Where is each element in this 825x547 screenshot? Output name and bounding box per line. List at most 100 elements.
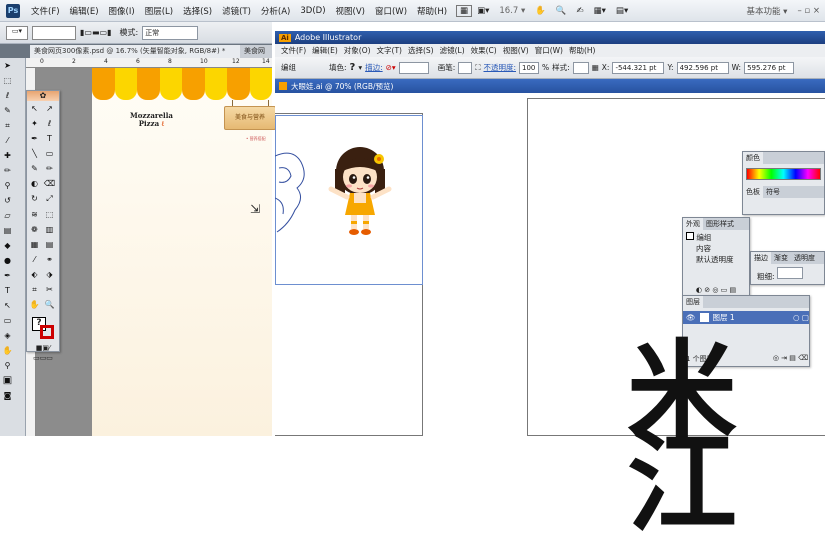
live-paint-select-icon[interactable]: ⬗: [43, 268, 56, 281]
opacity-field[interactable]: 100: [519, 61, 540, 74]
appearance-contents[interactable]: 内容: [686, 243, 746, 254]
ps-doc-tab-2[interactable]: 美食网: [240, 45, 272, 58]
free-transform-icon[interactable]: ⬚: [43, 208, 56, 221]
ps-menu-edit[interactable]: 编辑(E): [65, 5, 104, 17]
screen-mode-buttons[interactable]: ▭▭▭: [27, 354, 59, 362]
mode-icons[interactable]: ▮▭▬▭▮: [80, 28, 111, 37]
ps-menu-file[interactable]: 文件(F): [26, 5, 65, 17]
cartoon-girl-illustration[interactable]: [325, 141, 395, 237]
align-grid-icon[interactable]: ▦: [592, 63, 599, 72]
ai-menu-edit[interactable]: 编辑(E): [309, 45, 341, 56]
ai-toolbox-header-icon[interactable]: ✿: [27, 91, 59, 101]
zoom-level[interactable]: 16.7 ▾: [494, 6, 530, 16]
brush-tool-icon[interactable]: ✏: [1, 164, 14, 177]
brush-select[interactable]: [458, 61, 473, 74]
window-controls[interactable]: – ▫ ×: [792, 6, 825, 16]
appearance-opacity[interactable]: 默认透明度: [686, 254, 746, 265]
blend-icon[interactable]: ⚭: [43, 253, 56, 266]
path-select-icon[interactable]: ↖: [1, 299, 14, 312]
stroke-swatch-icon[interactable]: [40, 325, 54, 339]
tab-stroke[interactable]: 描边: [751, 252, 771, 264]
crop-tool-icon[interactable]: ⌗: [1, 119, 14, 132]
paintbrush-icon[interactable]: ✎: [28, 162, 41, 175]
ai-menu-effect[interactable]: 效果(C): [468, 45, 500, 56]
ps-menu-window[interactable]: 窗口(W): [370, 5, 412, 17]
tab-graphic-styles[interactable]: 图形样式: [703, 218, 737, 230]
ps-menu-help[interactable]: 帮助(H): [412, 5, 452, 17]
ps-document-page[interactable]: Mozzarella Pizza ℓ 美食与营养 • 营养搭配: [92, 68, 276, 436]
color-mode-buttons[interactable]: ■▣⁄: [27, 344, 59, 352]
stroke-weight-field[interactable]: [398, 61, 429, 74]
tab-layers[interactable]: 图层: [683, 296, 703, 308]
fill-dropdown-icon[interactable]: ▾: [358, 63, 362, 72]
ps-menu-select[interactable]: 选择(S): [178, 5, 217, 17]
ai-menu-window[interactable]: 窗口(W): [532, 45, 566, 56]
type-icon[interactable]: T: [43, 132, 56, 145]
move-tool-icon[interactable]: ➤: [1, 59, 14, 72]
bridge-icon[interactable]: ▦: [456, 4, 473, 17]
line-icon[interactable]: ╲: [28, 147, 41, 160]
healing-tool-icon[interactable]: ✚: [1, 149, 14, 162]
gradient-tool-icon[interactable]: ▤: [1, 224, 14, 237]
3d-tool-icon[interactable]: ◈: [1, 329, 14, 342]
ai-menu-filter[interactable]: 滤镜(L): [437, 45, 468, 56]
ai-menu-help[interactable]: 帮助(H): [566, 45, 599, 56]
ai-menu-select[interactable]: 选择(S): [405, 45, 437, 56]
tab-transparency[interactable]: 透明度: [791, 252, 818, 264]
pen-icon[interactable]: ✒: [28, 132, 41, 145]
scale-icon[interactable]: ⤢: [43, 193, 56, 206]
layer-target-icon[interactable]: ○ ▢: [793, 313, 809, 322]
graph-icon[interactable]: ▥: [43, 223, 56, 236]
arrange-docs-icon[interactable]: ▦▾: [589, 6, 611, 16]
w-field[interactable]: 595.276 pt: [744, 61, 795, 74]
ps-menu-analysis[interactable]: 分析(A): [256, 5, 295, 17]
eye-icon[interactable]: 👁: [686, 313, 696, 322]
screen-mode-icon[interactable]: ▣▾: [472, 6, 494, 16]
ps-menu-image[interactable]: 图像(I): [104, 5, 140, 17]
opacity-icon[interactable]: ⛶: [475, 63, 480, 73]
ps-menu-filter[interactable]: 滤镜(T): [217, 5, 256, 17]
symbol-sprayer-icon[interactable]: ❁: [28, 223, 41, 236]
y-field[interactable]: 492.596 pt: [676, 61, 729, 74]
gradient-icon[interactable]: ▤: [43, 238, 56, 251]
direct-selection-icon[interactable]: ↗: [43, 102, 56, 115]
ps-menu-view[interactable]: 视图(V): [331, 5, 370, 17]
tab-appearance[interactable]: 外观: [683, 218, 703, 230]
extras-icon[interactable]: ▤▾: [611, 6, 633, 16]
stroke-swatch-icon[interactable]: ⊘▾: [386, 63, 396, 72]
mesh-icon[interactable]: ▦: [28, 238, 41, 251]
lasso-icon[interactable]: ℓ: [43, 117, 56, 130]
photoshop-logo-icon[interactable]: Ps: [6, 3, 20, 18]
blob-brush-icon[interactable]: ◐: [28, 177, 41, 190]
brush-preset-field[interactable]: [32, 25, 76, 40]
ai-menu-file[interactable]: 文件(F): [278, 45, 309, 56]
tab-gradient[interactable]: 渐变: [771, 252, 791, 264]
live-paint-icon[interactable]: ⬖: [28, 268, 41, 281]
style-select[interactable]: [572, 61, 589, 74]
type-tool-icon[interactable]: T: [1, 284, 14, 297]
appearance-group[interactable]: 编组: [686, 232, 746, 243]
ai-menu-object[interactable]: 对象(O): [341, 45, 374, 56]
eyedropper-icon[interactable]: ⁄: [28, 253, 41, 266]
ps-menu-layer[interactable]: 图层(L): [140, 5, 178, 17]
rotate-icon[interactable]: ↻: [28, 192, 41, 205]
zoom-icon[interactable]: 🔍: [43, 298, 56, 311]
fill-stroke-swatch[interactable]: ?: [30, 315, 56, 341]
ps-doc-tab[interactable]: 美食网页300像素.psd @ 16.7% (矢量智能对象, RGB/8#) *: [30, 45, 240, 58]
tab-color[interactable]: 颜色: [743, 152, 763, 164]
mode-select[interactable]: 正常: [142, 25, 199, 40]
fill-swatch-icon[interactable]: ?: [350, 62, 356, 73]
ai-menu-type[interactable]: 文字(T): [374, 45, 405, 56]
color-swatch-icon[interactable]: ▣: [1, 374, 14, 387]
quick-select-tool-icon[interactable]: ✎: [1, 104, 14, 117]
tab-swatches[interactable]: 色板: [743, 186, 763, 198]
hand-icon[interactable]: ✋: [28, 298, 41, 311]
stamp-tool-icon[interactable]: ⚲: [1, 179, 14, 192]
zoom-tool-icon[interactable]: ⚲: [1, 359, 14, 372]
slice-icon[interactable]: ✂: [43, 283, 56, 296]
ai-menu-view[interactable]: 视图(V): [500, 45, 532, 56]
appearance-footer-icons[interactable]: ◐ ⊘ ◎ ▭ ▤: [683, 286, 749, 294]
pencil-icon[interactable]: ✏: [43, 162, 56, 175]
shape-tool-icon[interactable]: ▭: [1, 314, 14, 327]
history-brush-icon[interactable]: ↺: [1, 194, 14, 207]
